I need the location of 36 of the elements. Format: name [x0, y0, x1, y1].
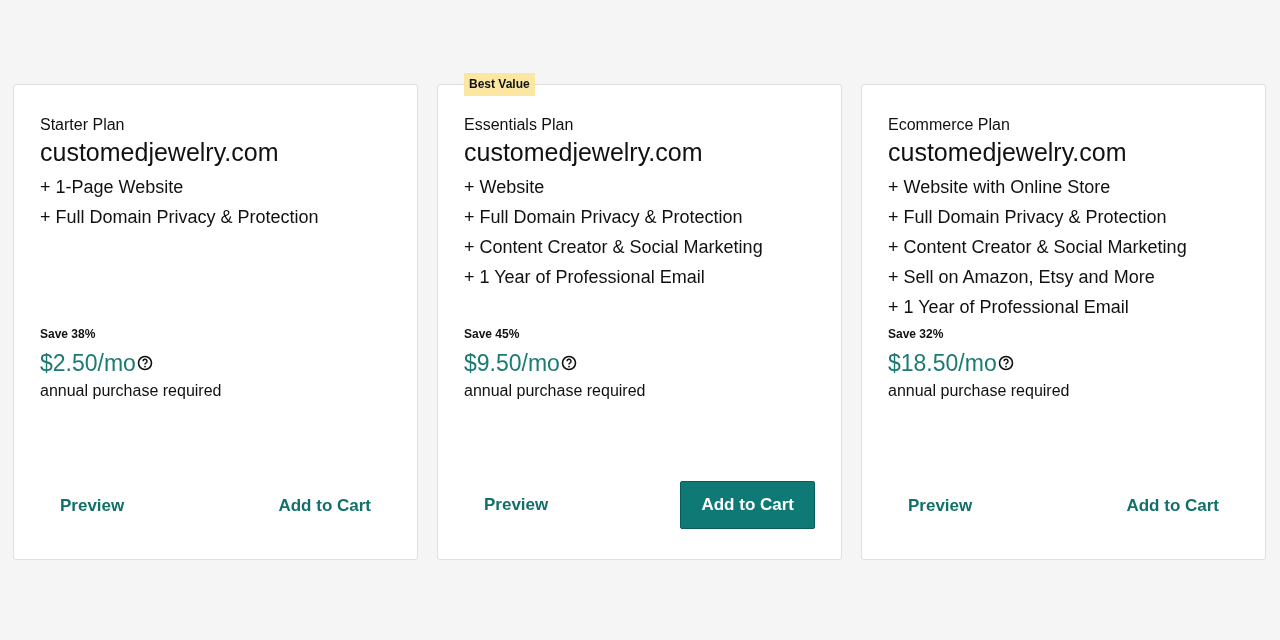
- price-text: $9.50/mo: [464, 349, 560, 378]
- savings-label: Save 38%: [40, 326, 97, 342]
- plan-name: Starter Plan: [40, 115, 126, 135]
- preview-button[interactable]: Preview: [40, 483, 145, 529]
- preview-button[interactable]: Preview: [464, 482, 569, 528]
- savings-label: Save 45%: [464, 326, 521, 342]
- feature-item: + 1-Page Website: [40, 176, 185, 199]
- help-icon[interactable]: [997, 355, 1014, 371]
- price-text: $2.50/mo: [40, 349, 136, 378]
- domain-name: customedjewelry.com: [888, 137, 1128, 168]
- domain-name: customedjewelry.com: [464, 137, 704, 168]
- feature-item: + Website: [464, 176, 546, 199]
- feature-item: + Website with Online Store: [888, 176, 1112, 199]
- add-to-cart-button[interactable]: Add to Cart: [1106, 483, 1239, 529]
- badge-label: Best Value: [464, 73, 535, 96]
- feature-item: + Full Domain Privacy & Protection: [464, 206, 744, 229]
- plan-name: Essentials Plan: [464, 115, 575, 135]
- feature-item: + Content Creator & Social Marketing: [464, 236, 764, 259]
- feature-item: + 1 Year of Professional Email: [888, 296, 1130, 319]
- feature-item: + Content Creator & Social Marketing: [888, 236, 1188, 259]
- purchase-note: annual purchase required: [40, 381, 223, 401]
- domain-name: customedjewelry.com: [40, 137, 280, 168]
- purchase-note: annual purchase required: [464, 381, 647, 401]
- add-to-cart-button[interactable]: Add to Cart: [258, 483, 391, 529]
- feature-item: + Sell on Amazon, Etsy and More: [888, 266, 1156, 289]
- help-icon[interactable]: [136, 355, 153, 371]
- help-icon[interactable]: [560, 355, 577, 371]
- plan-name: Ecommerce Plan: [888, 115, 1011, 135]
- purchase-note: annual purchase required: [888, 381, 1071, 401]
- savings-label: Save 32%: [888, 326, 945, 342]
- feature-item: + 1 Year of Professional Email: [464, 266, 706, 289]
- preview-button[interactable]: Preview: [888, 483, 993, 529]
- feature-item: + Full Domain Privacy & Protection: [888, 206, 1168, 229]
- feature-item: + Full Domain Privacy & Protection: [40, 206, 320, 229]
- price-text: $18.50/mo: [888, 349, 997, 378]
- add-to-cart-button[interactable]: Add to Cart: [680, 481, 815, 529]
